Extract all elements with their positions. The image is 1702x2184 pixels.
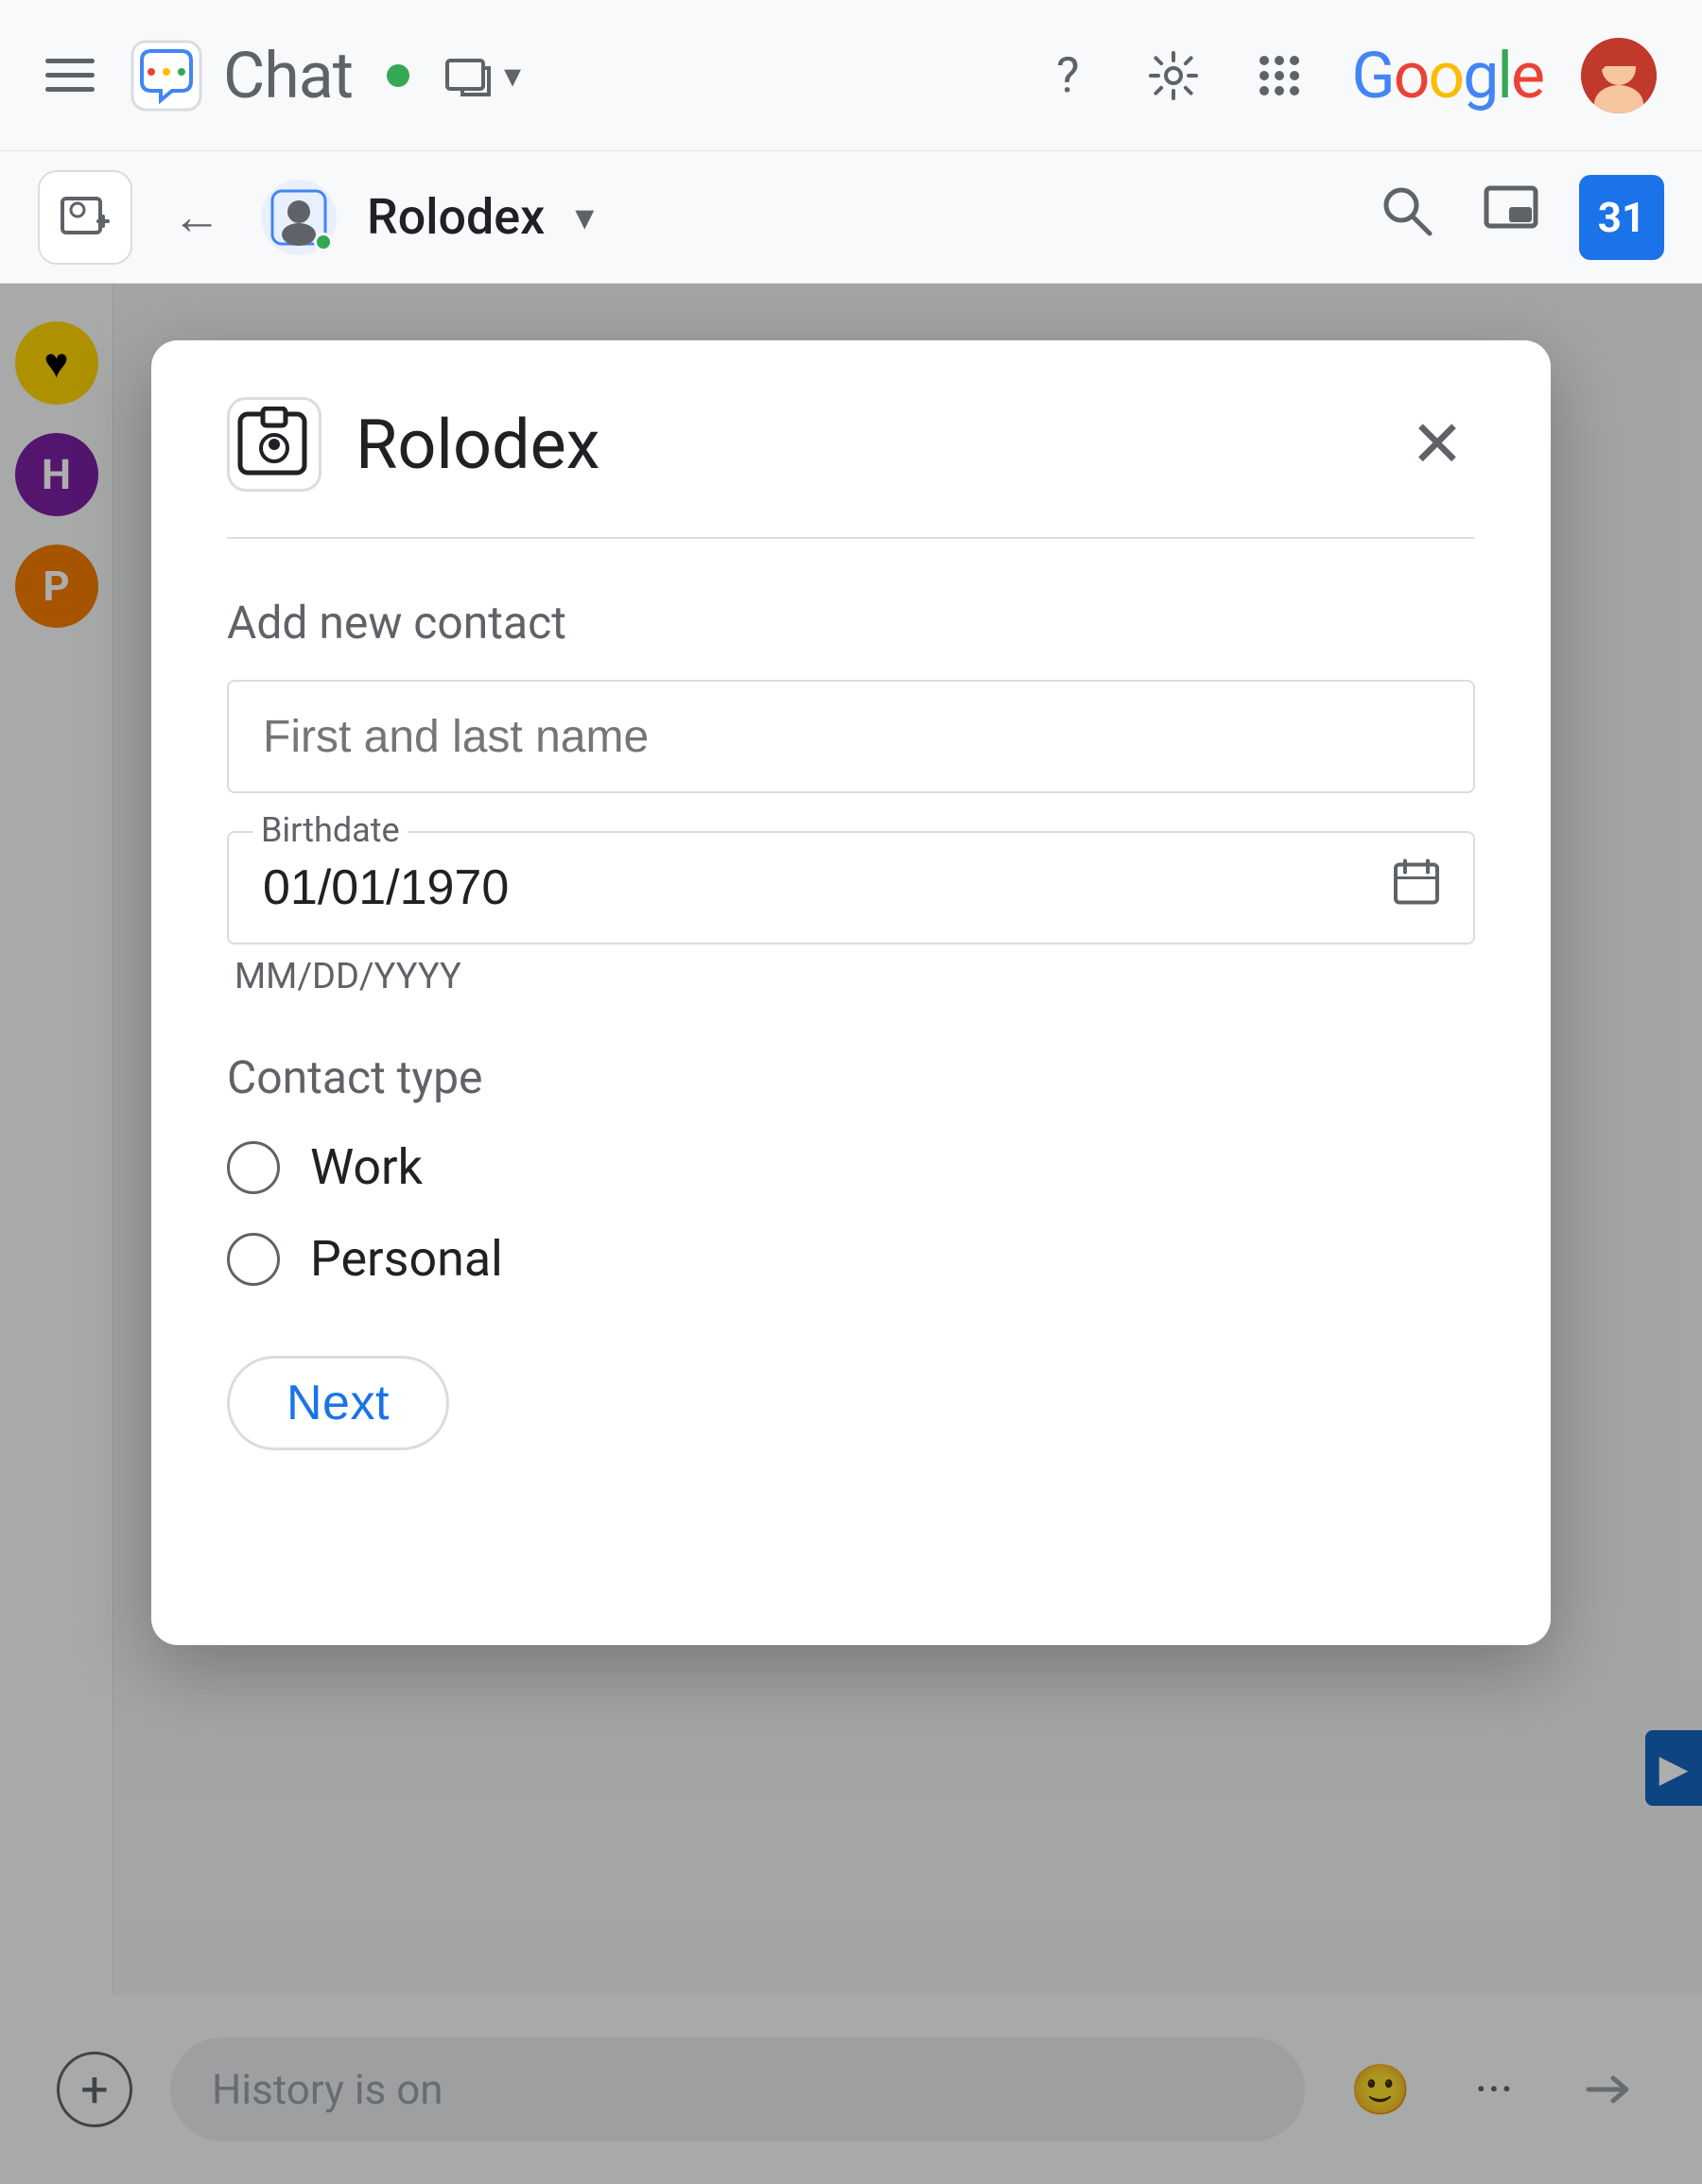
birthdate-input[interactable]	[227, 831, 1475, 945]
birthdate-label: Birthdate	[253, 810, 408, 850]
status-dot	[387, 64, 409, 87]
dropdown-arrow: ▾	[504, 56, 521, 95]
radio-work[interactable]: Work	[227, 1138, 1475, 1196]
top-bar-left: Chat ▾	[45, 38, 1003, 113]
modal-form: Add new contact Birthdate	[227, 596, 1475, 1450]
help-button[interactable]: ?	[1033, 42, 1102, 110]
calendar-picker-icon[interactable]	[1392, 858, 1441, 919]
settings-button[interactable]	[1139, 42, 1207, 110]
apps-button[interactable]	[1245, 42, 1313, 110]
channel-icon	[261, 180, 337, 255]
top-bar-right: ? Google	[1033, 38, 1657, 113]
next-button[interactable]: Next	[227, 1356, 449, 1450]
user-avatar[interactable]	[1581, 38, 1657, 113]
app-title: Chat	[223, 38, 353, 113]
modal-dialog: Rolodex ✕ Add new contact Birthdate	[151, 340, 1551, 1645]
window-icon[interactable]: ▾	[443, 51, 521, 100]
modal-app-icon	[227, 397, 321, 492]
chat-app-icon	[129, 38, 204, 113]
pip-button[interactable]	[1473, 175, 1549, 259]
channel-online-dot	[314, 233, 333, 251]
birthdate-wrapper: Birthdate	[227, 831, 1475, 945]
hamburger-icon[interactable]	[45, 59, 95, 92]
chevron-down-icon[interactable]: ▾	[575, 195, 594, 239]
new-chat-button[interactable]	[38, 170, 132, 265]
close-button[interactable]: ✕	[1399, 407, 1475, 482]
name-input[interactable]	[227, 680, 1475, 793]
date-format-hint: MM/DD/YYYY	[234, 956, 1475, 997]
modal-header: Rolodex ✕	[227, 397, 1475, 539]
secondary-bar: ← Rolodex ▾ 31	[0, 151, 1702, 284]
modal-overlay: Rolodex ✕ Add new contact Birthdate	[0, 284, 1702, 2184]
contact-type-label: Contact type	[227, 1050, 1475, 1104]
radio-personal[interactable]: Personal	[227, 1230, 1475, 1288]
form-section-title: Add new contact	[227, 596, 1475, 650]
channel-name[interactable]: Rolodex	[367, 188, 545, 246]
radio-work-circle[interactable]	[227, 1141, 280, 1194]
calendar-button[interactable]: 31	[1579, 175, 1664, 260]
radio-personal-label: Personal	[310, 1230, 503, 1288]
radio-personal-circle[interactable]	[227, 1233, 280, 1286]
main-area: ♥ H P ▶ + History is on 🙂 ···	[0, 284, 1702, 2184]
app-logo: Chat	[129, 38, 353, 113]
search-button[interactable]	[1371, 175, 1443, 259]
modal-title-area: Rolodex	[227, 397, 600, 492]
back-button[interactable]: ←	[163, 179, 231, 255]
calendar-number: 31	[1598, 193, 1646, 242]
google-logo: Google	[1351, 38, 1543, 113]
modal-title: Rolodex	[356, 405, 600, 485]
top-bar: Chat ▾ ?	[0, 0, 1702, 151]
radio-group: Work Personal	[227, 1138, 1475, 1288]
radio-work-label: Work	[310, 1138, 423, 1196]
